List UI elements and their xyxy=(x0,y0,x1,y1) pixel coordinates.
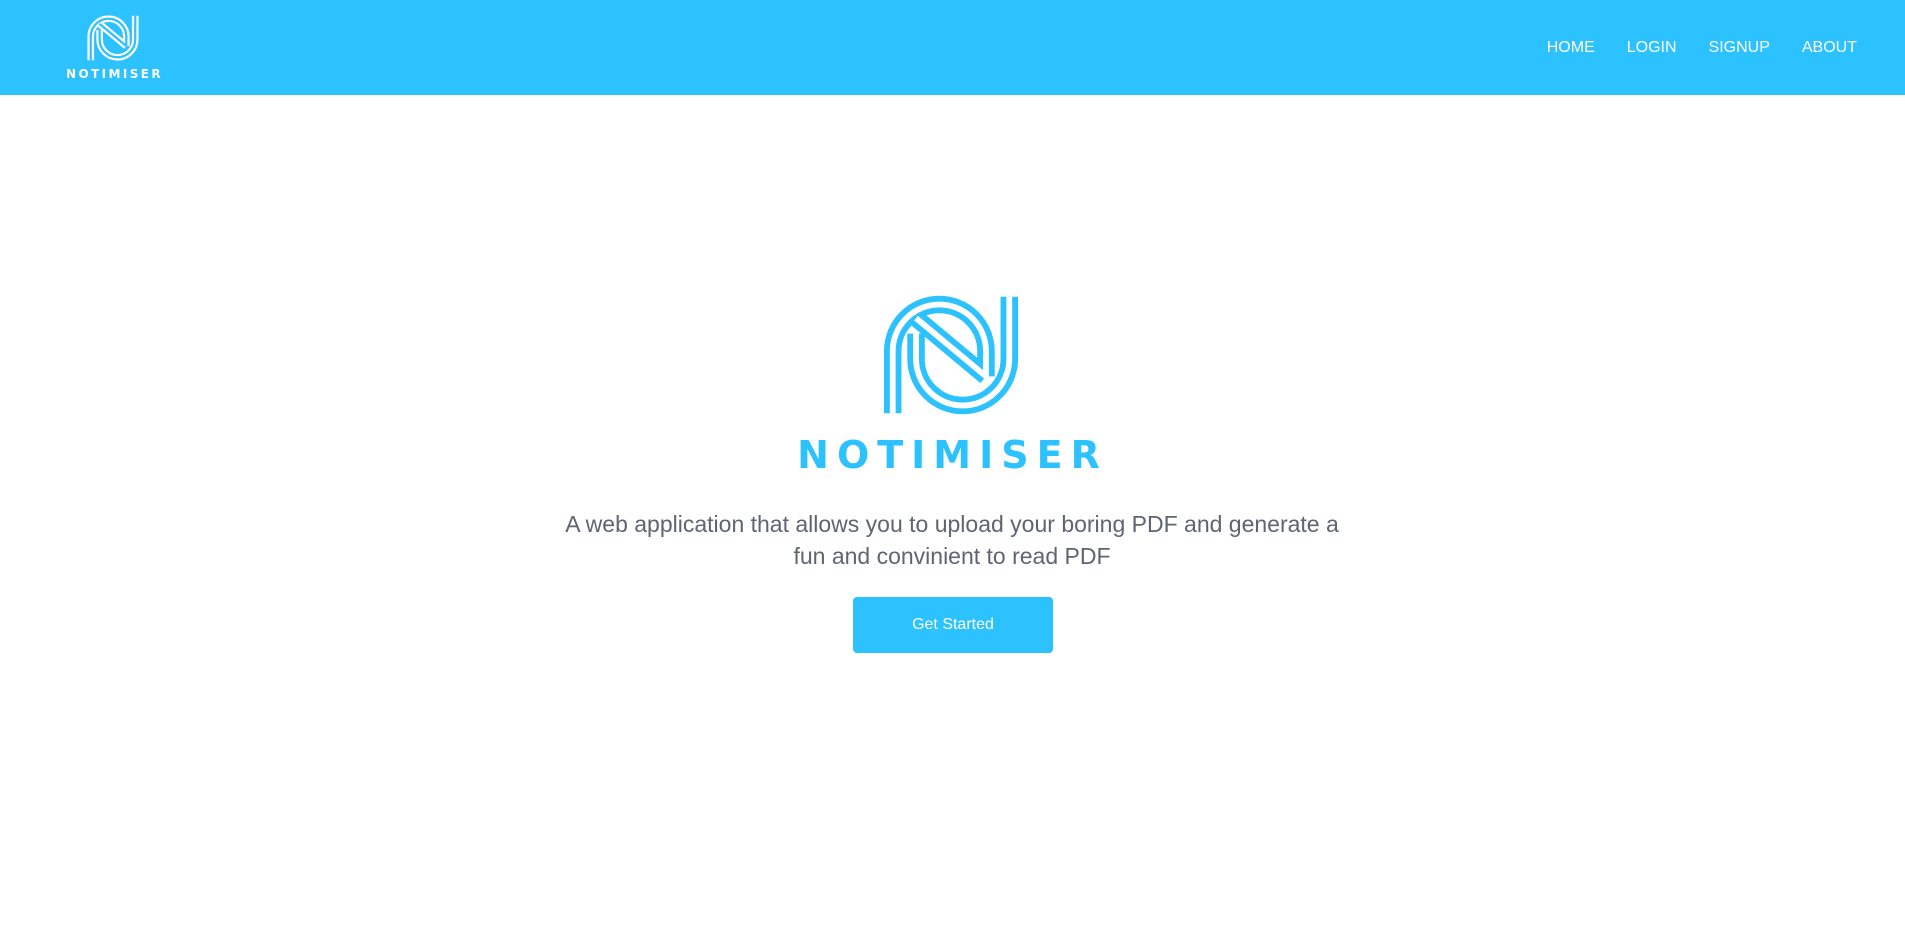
nav-home-link[interactable]: HOME xyxy=(1531,38,1611,58)
notimiser-logo-icon xyxy=(883,295,1019,415)
top-navbar: NOTIMISER HOME LOGIN SIGNUP ABOUT xyxy=(0,0,1905,95)
main-nav: HOME LOGIN SIGNUP ABOUT xyxy=(1531,0,1873,95)
hero-tagline: A web application that allows you to upl… xyxy=(565,511,1339,569)
brand-wordmark: NOTIMISER xyxy=(66,67,163,81)
hero-section: NOTIMISER A web application that allows … xyxy=(0,95,1905,936)
notimiser-logo-icon xyxy=(87,15,139,61)
get-started-button[interactable]: Get Started xyxy=(853,597,1053,653)
nav-about-link[interactable]: ABOUT xyxy=(1786,38,1873,58)
nav-login-link[interactable]: LOGIN xyxy=(1611,38,1693,58)
brand-logo-link[interactable]: NOTIMISER xyxy=(66,15,163,83)
hero-wordmark: NOTIMISER xyxy=(797,433,1108,477)
nav-signup-link[interactable]: SIGNUP xyxy=(1693,38,1786,58)
